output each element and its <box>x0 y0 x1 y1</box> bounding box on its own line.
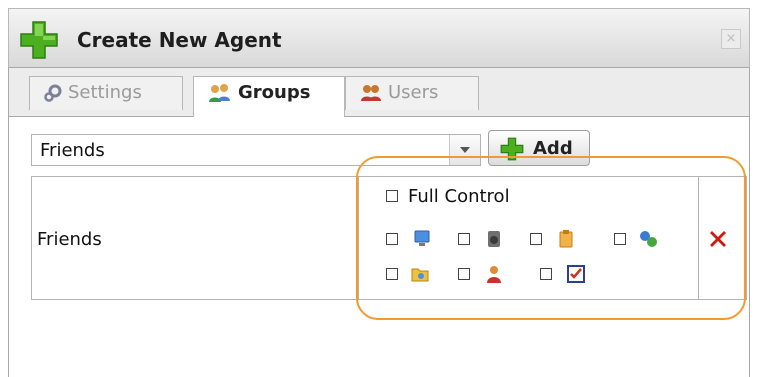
close-button[interactable]: × <box>721 29 741 49</box>
tab-settings[interactable]: Settings <box>29 76 183 110</box>
groups-icon <box>209 84 230 102</box>
tab-groups-label: Groups <box>238 82 311 103</box>
group-select-value: Friends <box>40 140 105 161</box>
green-plus-icon <box>20 21 58 59</box>
close-icon: × <box>725 31 737 46</box>
group-name: Friends <box>37 229 102 250</box>
tab-groups[interactable]: Groups <box>193 76 345 117</box>
window-title: Create New Agent <box>77 28 282 52</box>
gear-icon <box>44 84 62 102</box>
tab-settings-label: Settings <box>68 82 142 103</box>
title-bar: Create New Agent × <box>8 8 750 68</box>
users-icon <box>361 85 381 101</box>
permissions-highlight <box>356 156 746 320</box>
tab-users-label: Users <box>388 82 439 103</box>
chevron-down-icon <box>460 147 470 153</box>
create-agent-window: Create New Agent × Settings Groups Users <box>0 0 758 377</box>
tab-strip: Settings Groups Users <box>9 68 749 117</box>
tab-users[interactable]: Users <box>345 76 479 110</box>
